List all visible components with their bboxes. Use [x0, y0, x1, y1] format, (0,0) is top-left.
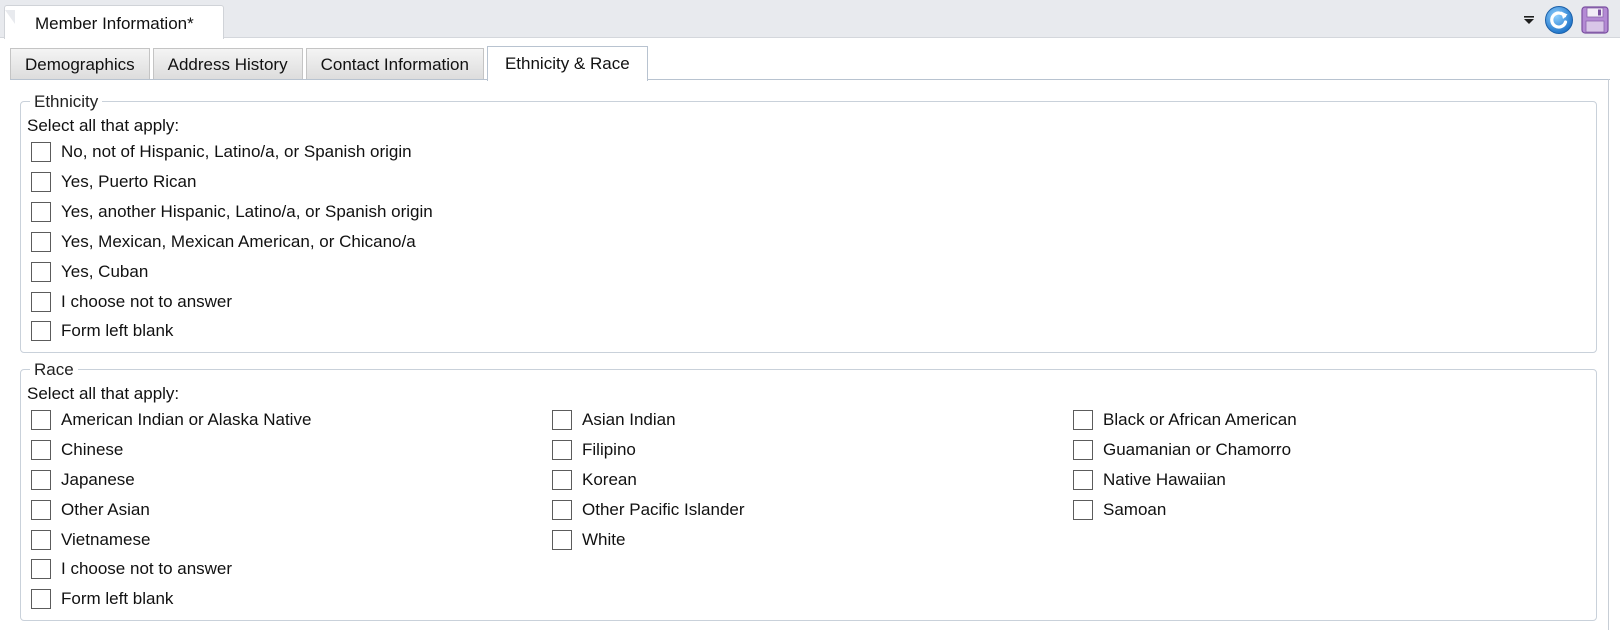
- checkbox[interactable]: [31, 262, 51, 282]
- checkbox[interactable]: [31, 530, 51, 550]
- race-option-samoan[interactable]: Samoan: [1073, 498, 1166, 522]
- race-option-other-pacific-islander[interactable]: Other Pacific Islander: [552, 498, 745, 522]
- ethnicity-option-puerto-rican[interactable]: Yes, Puerto Rican: [31, 170, 196, 194]
- checkbox[interactable]: [31, 500, 51, 520]
- checkbox-label: Other Asian: [61, 500, 150, 519]
- checkbox-label: Native Hawaiian: [1103, 470, 1226, 489]
- race-option-korean[interactable]: Korean: [552, 468, 637, 492]
- checkbox[interactable]: [31, 292, 51, 312]
- ethnicity-option-form-left-blank[interactable]: Form left blank: [31, 319, 173, 343]
- checkbox-label: I choose not to answer: [61, 559, 233, 578]
- ethnicity-option-another-hispanic[interactable]: Yes, another Hispanic, Latino/a, or Span…: [31, 200, 433, 224]
- checkbox-label: Guamanian or Chamorro: [1103, 440, 1292, 459]
- race-option-black[interactable]: Black or African American: [1073, 408, 1297, 432]
- race-legend: Race: [30, 360, 78, 380]
- race-option-japanese[interactable]: Japanese: [31, 468, 135, 492]
- checkbox[interactable]: [552, 440, 572, 460]
- race-option-asian-indian[interactable]: Asian Indian: [552, 408, 676, 432]
- checkbox[interactable]: [31, 172, 51, 192]
- race-option-filipino[interactable]: Filipino: [552, 438, 636, 462]
- race-group: Race Select all that apply: American Ind…: [20, 360, 1597, 621]
- ethnicity-option-mexican[interactable]: Yes, Mexican, Mexican American, or Chica…: [31, 230, 416, 254]
- ethnicity-option-no-answer[interactable]: I choose not to answer: [31, 290, 232, 314]
- checkbox[interactable]: [552, 410, 572, 430]
- checkbox[interactable]: [1073, 440, 1093, 460]
- race-option-native-hawaiian[interactable]: Native Hawaiian: [1073, 468, 1226, 492]
- checkbox-label: American Indian or Alaska Native: [61, 410, 312, 429]
- checkbox-label: Asian Indian: [582, 410, 676, 429]
- section-tabs: Demographics Address History Contact Inf…: [10, 45, 651, 81]
- checkbox[interactable]: [552, 500, 572, 520]
- document-tab-title: Member Information*: [35, 14, 194, 33]
- tab-address-history[interactable]: Address History: [152, 48, 303, 80]
- ethnicity-hint: Select all that apply:: [27, 116, 180, 135]
- tab-panel-border: [10, 79, 1610, 80]
- ethnicity-legend: Ethnicity: [30, 92, 103, 112]
- checkbox-label: Other Pacific Islander: [582, 500, 745, 519]
- checkbox-label: Filipino: [582, 440, 636, 459]
- checkbox[interactable]: [31, 321, 51, 341]
- checkbox[interactable]: [31, 410, 51, 430]
- race-option-guamanian[interactable]: Guamanian or Chamorro: [1073, 438, 1291, 462]
- ethnicity-group: Ethnicity Select all that apply: No, not…: [20, 92, 1597, 353]
- save-icon[interactable]: [1580, 5, 1610, 35]
- checkbox-label: Samoan: [1103, 500, 1167, 519]
- checkbox-label: Yes, Puerto Rican: [61, 172, 197, 191]
- checkbox-label: Yes, Mexican, Mexican American, or Chica…: [61, 232, 416, 251]
- checkbox-label: I choose not to answer: [61, 292, 233, 311]
- race-option-other-asian[interactable]: Other Asian: [31, 498, 150, 522]
- checkbox-label: Yes, another Hispanic, Latino/a, or Span…: [61, 202, 433, 221]
- ethnicity-option-cuban[interactable]: Yes, Cuban: [31, 260, 148, 284]
- race-option-vietnamese[interactable]: Vietnamese: [31, 528, 150, 552]
- checkbox-label: Form left blank: [61, 321, 174, 340]
- checkbox-label: Black or African American: [1103, 410, 1297, 429]
- document-tab-strip: Member Information*: [0, 0, 1620, 39]
- checkbox[interactable]: [31, 232, 51, 252]
- checkbox-label: Korean: [582, 470, 637, 489]
- race-option-form-left-blank[interactable]: Form left blank: [31, 587, 173, 611]
- tab-contact-information[interactable]: Contact Information: [305, 48, 484, 80]
- checkbox[interactable]: [1073, 500, 1093, 520]
- race-option-no-answer[interactable]: I choose not to answer: [31, 557, 232, 581]
- checkbox-label: Chinese: [61, 440, 124, 459]
- panel-right-border: [1608, 79, 1609, 630]
- dropdown-arrow-icon[interactable]: [1520, 11, 1538, 29]
- race-option-white[interactable]: White: [552, 528, 625, 552]
- race-hint: Select all that apply:: [27, 384, 180, 403]
- checkbox[interactable]: [31, 559, 51, 579]
- checkbox[interactable]: [31, 202, 51, 222]
- checkbox-label: Japanese: [61, 470, 135, 489]
- checkbox[interactable]: [552, 530, 572, 550]
- checkbox[interactable]: [552, 470, 572, 490]
- ethnicity-option-not-hispanic[interactable]: No, not of Hispanic, Latino/a, or Spanis…: [31, 140, 412, 164]
- refresh-icon[interactable]: [1544, 5, 1574, 35]
- checkbox-label: White: [582, 530, 626, 549]
- checkbox[interactable]: [31, 142, 51, 162]
- checkbox-label: Yes, Cuban: [61, 262, 149, 281]
- tab-ethnicity-race[interactable]: Ethnicity & Race: [486, 46, 648, 81]
- checkbox[interactable]: [31, 440, 51, 460]
- document-tab[interactable]: Member Information*: [4, 5, 224, 39]
- checkbox-label: Form left blank: [61, 589, 174, 608]
- race-option-chinese[interactable]: Chinese: [31, 438, 123, 462]
- checkbox[interactable]: [1073, 410, 1093, 430]
- checkbox[interactable]: [31, 470, 51, 490]
- checkbox[interactable]: [1073, 470, 1093, 490]
- checkbox-label: No, not of Hispanic, Latino/a, or Spanis…: [61, 142, 412, 161]
- checkbox-label: Vietnamese: [61, 530, 151, 549]
- tab-demographics[interactable]: Demographics: [10, 48, 150, 80]
- checkbox[interactable]: [31, 589, 51, 609]
- race-option-american-indian[interactable]: American Indian or Alaska Native: [31, 408, 311, 432]
- toolbar: [1520, 5, 1610, 35]
